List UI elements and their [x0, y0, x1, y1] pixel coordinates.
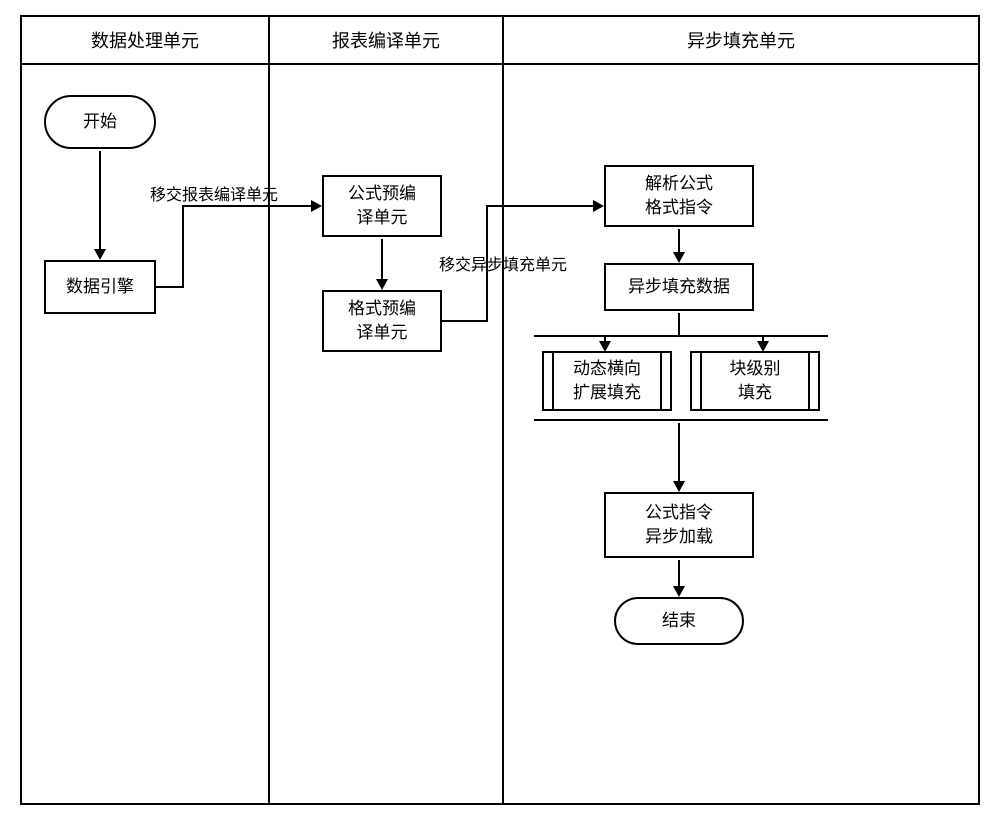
lane-header-1: 数据处理单元 — [22, 17, 270, 63]
data-engine-label: 数据引擎 — [66, 275, 134, 299]
arrowhead-start-to-engine — [94, 249, 106, 260]
start-node: 开始 — [44, 95, 156, 149]
dynamic-horizontal-node: 动态横向 扩展填充 — [542, 351, 672, 411]
connector-format-right — [442, 320, 488, 322]
lane-headers: 数据处理单元 报表编译单元 异步填充单元 — [22, 17, 978, 65]
arrowhead-to-formula-precompile — [311, 200, 322, 212]
lane-data-processing: 开始 数据引擎 — [22, 65, 270, 803]
connector-to-parse — [486, 205, 594, 207]
async-fill-data-label: 异步填充数据 — [628, 275, 730, 299]
connector-to-formula-precompile — [182, 205, 312, 207]
lane-bodies: 开始 数据引擎 移交报表编译单元 公式预编 译单元 格式预编 译单元 — [22, 65, 978, 803]
block-level-fill-node: 块级别 填充 — [690, 351, 820, 411]
formula-async-load-label: 公式指令 异步加载 — [645, 501, 713, 549]
arrow-fill-to-split — [678, 313, 680, 335]
lane-compile: 移交报表编译单元 公式预编 译单元 格式预编 译单元 — [270, 65, 504, 803]
format-precompile-label: 格式预编 译单元 — [348, 297, 416, 345]
arrowhead-merge-to-load — [673, 481, 685, 492]
connector-engine-right-1 — [156, 286, 184, 288]
end-label: 结束 — [662, 609, 696, 633]
dynamic-horizontal-label: 动态横向 扩展填充 — [573, 357, 641, 405]
swimlane-diagram: 数据处理单元 报表编译单元 异步填充单元 开始 数据引擎 移交报表编译单元 公式… — [20, 15, 980, 805]
arrow-load-to-end — [678, 560, 680, 588]
async-fill-data-node: 异步填充数据 — [604, 263, 754, 311]
arrowhead-load-to-end — [673, 586, 685, 597]
format-precompile-node: 格式预编 译单元 — [322, 290, 442, 352]
data-engine-node: 数据引擎 — [44, 260, 156, 314]
end-node: 结束 — [614, 597, 744, 645]
block-level-fill-label: 块级别 填充 — [730, 357, 781, 405]
parse-formula-format-label: 解析公式 格式指令 — [645, 172, 713, 220]
connector-engine-up — [182, 205, 184, 288]
arrowhead-formula-to-format — [376, 279, 388, 290]
formula-async-load-node: 公式指令 异步加载 — [604, 492, 754, 558]
lane-1-title: 数据处理单元 — [91, 27, 199, 53]
arrowhead-to-parse — [593, 200, 604, 212]
arrow-merge-to-load — [678, 423, 680, 483]
formula-precompile-node: 公式预编 译单元 — [322, 175, 442, 237]
parse-formula-format-node: 解析公式 格式指令 — [604, 165, 754, 227]
arrow-parse-to-fill — [678, 229, 680, 254]
lane-async-fill: 移交异步填充单元 解析公式 格式指令 异步填充数据 动态横向 扩展填充 块级别 … — [504, 65, 978, 803]
label-to-async: 移交异步填充单元 — [439, 251, 567, 275]
formula-precompile-label: 公式预编 译单元 — [348, 182, 416, 230]
start-label: 开始 — [83, 110, 117, 134]
arrow-start-to-engine — [99, 151, 101, 251]
arrow-formula-to-format — [381, 239, 383, 281]
lane-3-title: 异步填充单元 — [687, 27, 795, 53]
label-to-compile: 移交报表编译单元 — [150, 181, 278, 205]
arrowhead-parse-to-fill — [673, 252, 685, 263]
lane-2-title: 报表编译单元 — [332, 27, 440, 53]
lane-header-2: 报表编译单元 — [270, 17, 504, 63]
lane-header-3: 异步填充单元 — [504, 17, 978, 63]
